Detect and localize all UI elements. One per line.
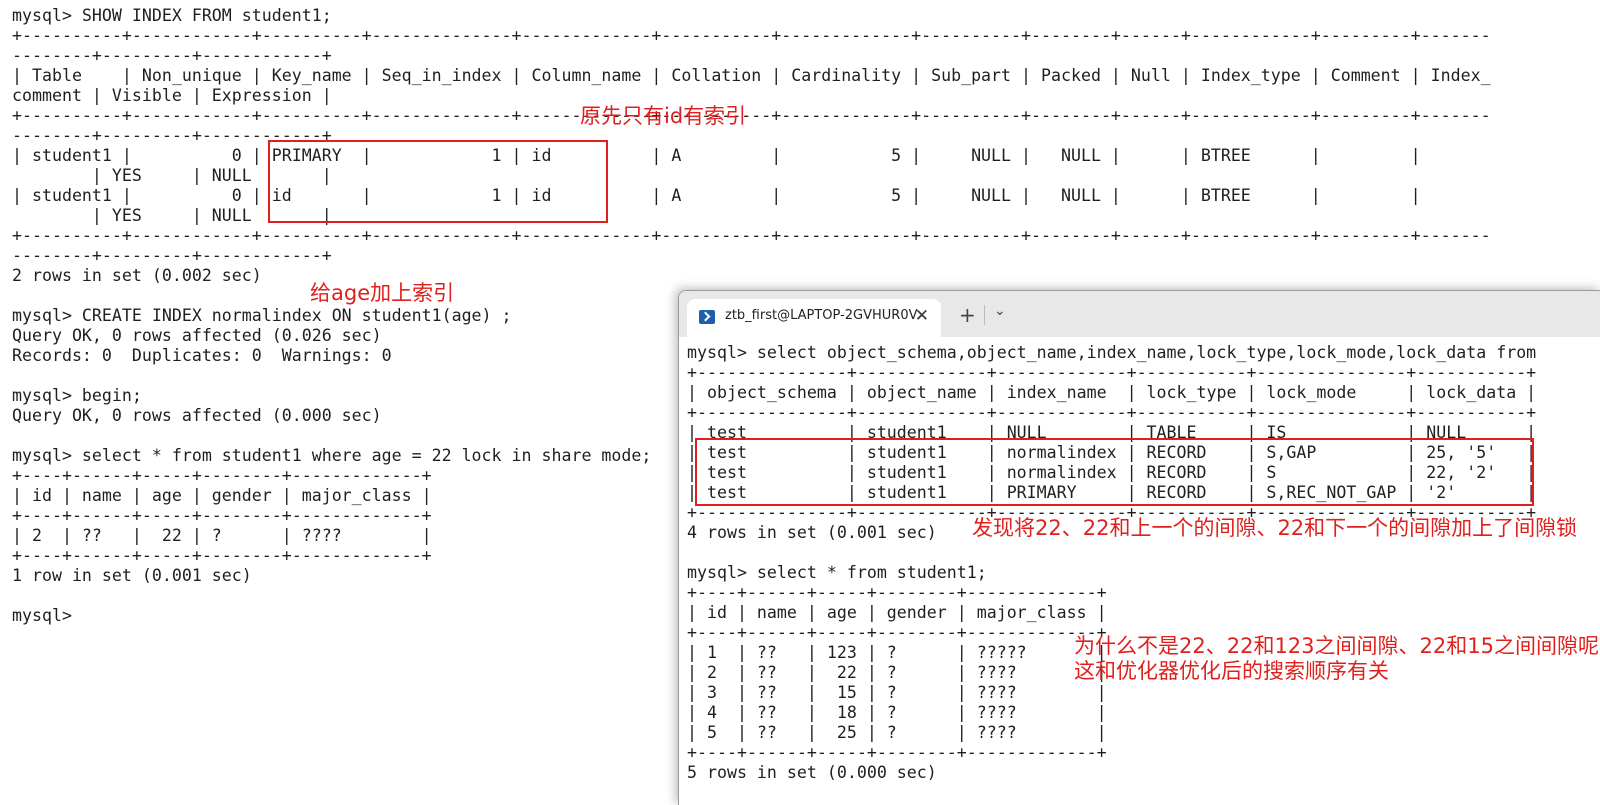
terminal-line: mysql> select * from student1; <box>687 563 987 582</box>
annotation-age-index-note: 给age加上索引 <box>310 281 455 305</box>
terminal-line: | YES | NULL | <box>12 166 332 185</box>
terminal-line: +----------+------------+----------+----… <box>12 226 1491 245</box>
terminal-line: | 4 | ?? | 18 | ? | ???? | <box>687 703 1107 722</box>
highlight-box-index-rows <box>268 140 608 223</box>
terminal-line: | 3 | ?? | 15 | ? | ???? | <box>687 683 1107 702</box>
terminal-line: comment | Visible | Expression | <box>12 86 332 105</box>
terminal-line: +---------------+-------------+---------… <box>687 363 1537 382</box>
terminal-line: mysql> select object_schema,object_name,… <box>687 343 1537 362</box>
tab-divider <box>984 305 985 325</box>
annotation-question-line2: 这和优化器优化后的搜索顺序有关 <box>1074 659 1389 683</box>
powershell-icon <box>699 310 715 324</box>
terminal-line: 5 rows in set (0.000 sec) <box>687 763 937 782</box>
tab-terminal[interactable]: ztb_first@LAPTOP-2GVHUR0V ✕ <box>687 299 941 337</box>
terminal-line: mysql> SHOW INDEX FROM student1; <box>12 6 332 25</box>
terminal-line: 2 rows in set (0.002 sec) <box>12 266 262 285</box>
tab-bar: ztb_first@LAPTOP-2GVHUR0V ✕ + ⌄ <box>679 291 1600 337</box>
annotation-question-line1: 为什么不是22、22和123之间间隙、22和15之间间隙呢 <box>1074 634 1599 658</box>
terminal-line: | student1 | 0 | PRIMARY | 1 | id | A | … <box>12 146 1421 165</box>
terminal-line: | 5 | ?? | 25 | ? | ???? | <box>687 723 1107 742</box>
terminal-line: | student1 | 0 | id | 1 | id | A | 5 | N… <box>12 186 1421 205</box>
terminal-line: --------+---------+------------+ <box>12 46 332 65</box>
terminal-line: +----+------+-----+--------+------------… <box>687 743 1107 762</box>
terminal-line: --------+---------+------------+ <box>12 126 332 145</box>
chevron-down-icon[interactable]: ⌄ <box>994 303 1006 319</box>
terminal-line: | object_schema | object_name | index_na… <box>687 383 1537 402</box>
terminal-line: | YES | NULL | <box>12 206 332 225</box>
terminal-window[interactable]: ztb_first@LAPTOP-2GVHUR0V ✕ + ⌄ mysql> s… <box>678 290 1600 805</box>
terminal-line: +----------+------------+----------+----… <box>12 106 1491 125</box>
terminal-line: | Table | Non_unique | Key_name | Seq_in… <box>12 66 1491 85</box>
terminal-line: +----------+------------+----------+----… <box>12 26 1491 45</box>
terminal-line: +---------------+-------------+---------… <box>687 403 1537 422</box>
close-icon[interactable]: ✕ <box>915 306 929 326</box>
second-terminal-output: mysql> select object_schema,object_name,… <box>687 343 1536 783</box>
terminal-line: +----+------+-----+--------+------------… <box>687 583 1107 602</box>
highlight-box-lock-rows <box>695 438 1534 506</box>
tab-title: ztb_first@LAPTOP-2GVHUR0V <box>725 308 918 323</box>
annotation-gap-lock-note: 发现将22、22和上一个的间隙、22和下一个的间隙加上了间隙锁 <box>972 516 1578 540</box>
annotation-index-note: 原先只有id有索引 <box>580 104 747 128</box>
new-tab-button[interactable]: + <box>959 303 976 327</box>
terminal-line: | id | name | age | gender | major_class… <box>687 603 1107 622</box>
terminal-line: --------+---------+------------+ <box>12 246 332 265</box>
